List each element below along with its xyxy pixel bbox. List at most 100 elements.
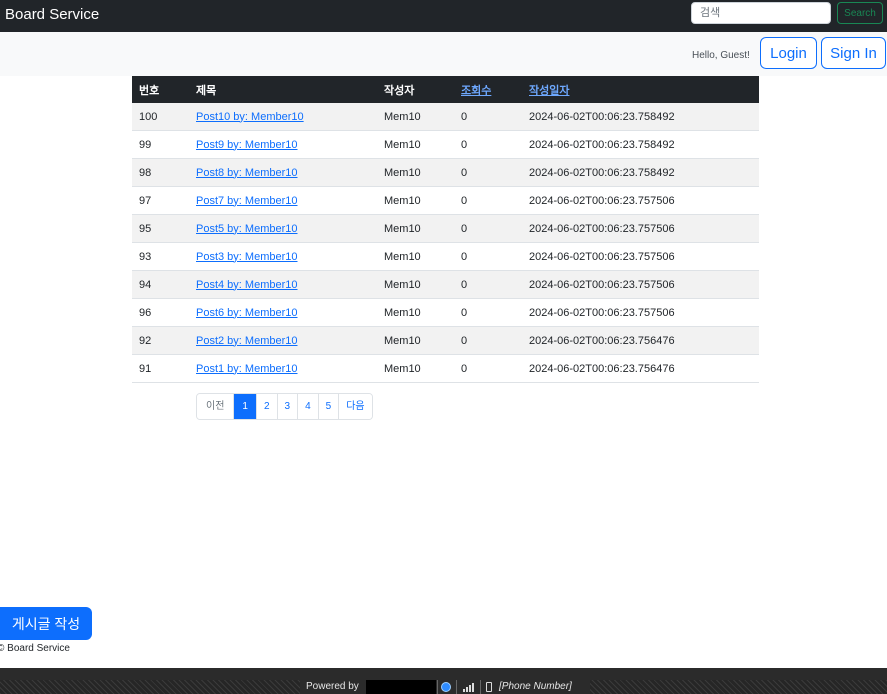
cell-author: Mem10 (377, 298, 454, 327)
cell-date: 2024-06-02T00:06:23.756476 (522, 326, 759, 355)
cell-views: 0 (454, 326, 522, 355)
cell-author: Mem10 (377, 158, 454, 187)
cell-no: 99 (132, 130, 189, 159)
table-body: 100 Post10 by: Member10 Mem10 0 2024-06-02T0… (132, 103, 759, 383)
cell-no: 96 (132, 298, 189, 327)
cell-no: 93 (132, 242, 189, 271)
table-row: 96 Post6 by: Member10 Mem10 0 2024-06-02T00:… (132, 298, 759, 327)
cell-date: 2024-06-02T00:06:23.756476 (522, 354, 759, 383)
cell-no: 95 (132, 214, 189, 243)
phone-number-text: [Phone Number] (499, 681, 572, 692)
page-4[interactable]: 4 (297, 394, 318, 419)
cell-title: Post5 by: Member10 (189, 214, 377, 243)
post-title-link[interactable]: Post3 by: Member10 (196, 251, 298, 263)
powered-by-logo (366, 680, 436, 694)
cell-title: Post1 by: Member10 (189, 354, 377, 383)
table-row: 91 Post1 by: Member10 Mem10 0 2024-06-02T00:… (132, 354, 759, 383)
cell-date: 2024-06-02T00:06:23.758492 (522, 158, 759, 187)
cell-author: Mem10 (377, 242, 454, 271)
cell-author: Mem10 (377, 214, 454, 243)
table-row: 94 Post4 by: Member10 Mem10 0 2024-06-02T00:… (132, 270, 759, 299)
cell-date: 2024-06-02T00:06:23.758492 (522, 130, 759, 159)
navbar: Board Service Search (0, 0, 887, 32)
header-no: 번호 (132, 76, 189, 103)
cell-views: 0 (454, 242, 522, 271)
post-title-link[interactable]: Post7 by: Member10 (196, 195, 298, 207)
sort-date-link[interactable]: 작성일자 (529, 85, 569, 97)
board-table: 번호 제목 작성자 조회수 작성일자 100 Post10 by: Member1… (132, 76, 759, 383)
post-title-link[interactable]: Post8 by: Member10 (196, 167, 298, 179)
cell-date: 2024-06-02T00:06:23.758492 (522, 103, 759, 131)
footer-divider (480, 680, 481, 694)
cell-no: 97 (132, 186, 189, 215)
cell-title: Post4 by: Member10 (189, 270, 377, 299)
cell-author: Mem10 (377, 103, 454, 131)
auth-bar (0, 32, 887, 76)
post-title-link[interactable]: Post1 by: Member10 (196, 363, 298, 375)
cell-author: Mem10 (377, 270, 454, 299)
cell-title: Post2 by: Member10 (189, 326, 377, 355)
post-title-link[interactable]: Post5 by: Member10 (196, 223, 298, 235)
signin-button[interactable]: Sign In (821, 37, 886, 69)
cell-title: Post10 by: Member10 (189, 103, 377, 131)
header-author: 작성자 (377, 76, 454, 103)
page-5[interactable]: 5 (317, 394, 339, 419)
page-next[interactable]: 다음 (338, 394, 372, 419)
cell-views: 0 (454, 186, 522, 215)
cell-views: 0 (454, 103, 522, 131)
cell-no: 100 (132, 103, 189, 131)
footer-divider (437, 680, 438, 694)
table-row: 93 Post3 by: Member10 Mem10 0 2024-06-02T00:… (132, 242, 759, 271)
search-input[interactable] (691, 2, 831, 24)
page-prev[interactable]: 이전 (197, 394, 234, 419)
cell-date: 2024-06-02T00:06:23.757506 (522, 186, 759, 215)
table-row: 95 Post5 by: Member10 Mem10 0 2024-06-02T00:… (132, 214, 759, 243)
cell-title: Post9 by: Member10 (189, 130, 377, 159)
cell-no: 98 (132, 158, 189, 187)
cell-views: 0 (454, 270, 522, 299)
header-date: 작성일자 (522, 76, 759, 103)
post-title-link[interactable]: Post6 by: Member10 (196, 307, 298, 319)
cell-date: 2024-06-02T00:06:23.757506 (522, 214, 759, 243)
table-row: 98 Post8 by: Member10 Mem10 0 2024-06-02T00:… (132, 158, 759, 187)
header-views: 조회수 (454, 76, 522, 103)
cell-title: Post8 by: Member10 (189, 158, 377, 187)
search-button[interactable]: Search (837, 2, 883, 24)
table-row: 97 Post7 by: Member10 Mem10 0 2024-06-02T00:… (132, 186, 759, 215)
cell-views: 0 (454, 214, 522, 243)
login-button[interactable]: Login (760, 37, 817, 69)
cell-title: Post7 by: Member10 (189, 186, 377, 215)
post-title-link[interactable]: Post4 by: Member10 (196, 279, 298, 291)
post-title-link[interactable]: Post2 by: Member10 (196, 335, 298, 347)
table-header-row: 번호 제목 작성자 조회수 작성일자 (132, 76, 759, 103)
footer-divider (456, 680, 457, 694)
post-title-link[interactable]: Post9 by: Member10 (196, 139, 298, 151)
page-3[interactable]: 3 (276, 394, 298, 419)
cell-date: 2024-06-02T00:06:23.757506 (522, 298, 759, 327)
footer-bar: Powered by [Phone Number] (0, 668, 887, 694)
table-row: 99 Post9 by: Member10 Mem10 0 2024-06-02T00:… (132, 130, 759, 159)
cell-title: Post3 by: Member10 (189, 242, 377, 271)
signal-icon (463, 683, 474, 692)
sort-views-link[interactable]: 조회수 (461, 85, 491, 97)
header-title: 제목 (189, 76, 377, 103)
cell-views: 0 (454, 298, 522, 327)
page-2[interactable]: 2 (255, 394, 277, 419)
cell-views: 0 (454, 130, 522, 159)
cell-views: 0 (454, 354, 522, 383)
cell-views: 0 (454, 158, 522, 187)
cell-no: 92 (132, 326, 189, 355)
table-row: 92 Post2 by: Member10 Mem10 0 2024-06-02T00:… (132, 326, 759, 355)
pagination: 이전 1 2 3 4 5 다음 (196, 393, 373, 420)
github-icon[interactable] (441, 682, 451, 692)
cell-date: 2024-06-02T00:06:23.757506 (522, 270, 759, 299)
cell-no: 94 (132, 270, 189, 299)
cell-date: 2024-06-02T00:06:23.757506 (522, 242, 759, 271)
powered-by-text: Powered by (306, 681, 359, 692)
brand-logo[interactable]: Board Service (5, 6, 99, 23)
cell-author: Mem10 (377, 130, 454, 159)
page-1[interactable]: 1 (233, 394, 256, 419)
greeting-text: Hello, Guest! (692, 50, 750, 61)
post-title-link[interactable]: Post10 by: Member10 (196, 111, 304, 123)
write-post-button[interactable]: 게시글 작성 (0, 607, 92, 640)
